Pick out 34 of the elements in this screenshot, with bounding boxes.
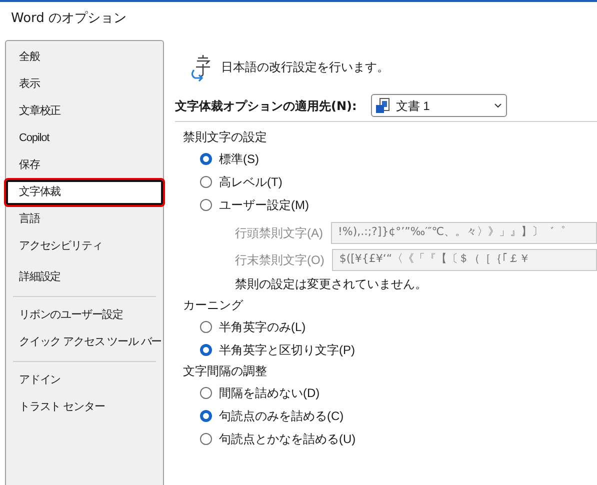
sidebar-item[interactable]: 保存 <box>6 153 163 178</box>
radio-option[interactable]: 半角英字のみ(L) <box>200 315 306 338</box>
sidebar-item[interactable]: リボンのユーザー設定 <box>6 303 163 328</box>
radio-option[interactable]: 高レベル(T) <box>200 170 282 193</box>
sidebar-item[interactable]: クイック アクセス ツール バー <box>6 330 163 355</box>
sidebar-item[interactable]: 全般 <box>6 45 163 70</box>
radio-option[interactable]: 句読点のみを詰める(C) <box>200 404 344 427</box>
radio-option[interactable]: 標準(S) <box>200 147 259 170</box>
field-label: 行頭禁則文字(A) <box>235 224 323 242</box>
sidebar-item[interactable]: 言語 <box>6 207 163 232</box>
field-label: 行末禁則文字(O) <box>235 252 324 268</box>
section-title: 文字間隔の調整 <box>183 363 267 380</box>
sidebar-item[interactable]: 詳細設定 <box>6 265 163 290</box>
sidebar-item[interactable]: 文章校正 <box>6 99 163 124</box>
chevron-down-icon <box>494 103 502 108</box>
status-note: 禁則の設定は変更されていません。 <box>235 276 427 293</box>
sidebar-item[interactable]: Copilot <box>6 126 163 151</box>
document-icon <box>376 98 390 114</box>
document-dropdown[interactable]: 文書 1 <box>370 94 507 117</box>
section-title: カーニング <box>183 297 243 314</box>
section-title: 禁則文字の設定 <box>183 129 267 146</box>
sidebar-item[interactable]: トラスト センター <box>6 395 163 420</box>
radio-option[interactable]: 句読点とかなを詰める(U) <box>200 427 356 450</box>
sidebar-item[interactable]: アクセシビリティ <box>6 234 163 259</box>
sidebar-item[interactable]: アドイン <box>6 368 163 393</box>
dropdown-value: 文書 1 <box>396 98 431 114</box>
apply-to-label: 文字体裁オプションの適用先(N): <box>175 98 357 114</box>
radio-option[interactable]: 半角英字と区切り文字(P) <box>200 338 355 361</box>
radio-option[interactable]: ユーザー設定(M) <box>200 193 309 216</box>
header-text: 日本語の改行設定を行います。 <box>221 59 389 76</box>
radio-option[interactable]: 間隔を詰めない(D) <box>200 381 320 404</box>
sidebar-item[interactable]: 文字体裁 <box>6 180 163 205</box>
window-title: Word のオプション <box>10 10 128 28</box>
sidebar-item[interactable]: 表示 <box>6 72 163 97</box>
